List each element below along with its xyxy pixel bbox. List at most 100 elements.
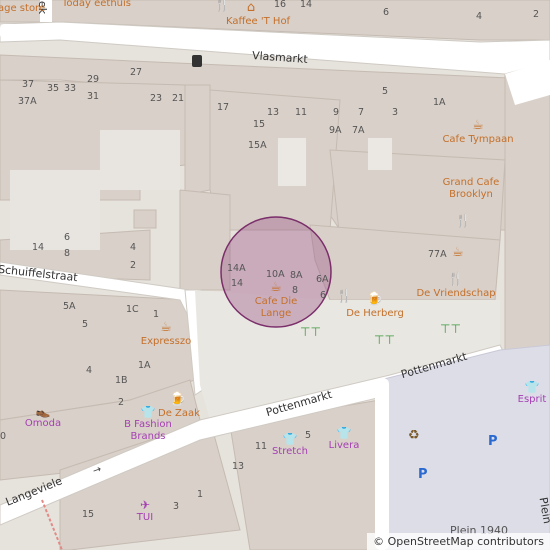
house-number: 4 [86,365,93,376]
poi-kaffee-t-hof[interactable]: ⌂ Kaffee 'T Hof [226,0,290,28]
poi-grand-cafe-brooklyn[interactable]: Grand Cafe Brooklyn [431,177,511,201]
house-number: 6A [316,274,329,285]
house-number: 2 [130,260,137,271]
poi-label: Kaffee 'T Hof [226,15,291,27]
poi-today-eethuis[interactable]: Today eethuis [62,0,131,10]
poi-age-store[interactable]: age store [0,3,45,15]
house-number: 77A [428,249,447,260]
cafe-icon: ☕ [472,118,484,133]
street-label-plein: Plein [536,496,550,525]
house-number: 4 [476,11,483,22]
shoe-shop-icon: 👞 [35,404,51,418]
house-number: 23 [150,93,163,104]
cafe-icon: ☕ [160,320,172,335]
shop-b-fashion-brands[interactable]: 👕 B Fashion Brands [118,405,178,443]
poi-label: Expresszo [140,335,192,347]
house-number: 7A [352,125,365,136]
restaurant-icon: 🍴 [336,289,353,304]
restaurant-icon: 🍴 [455,214,472,229]
shop-label: Esprit [517,394,547,406]
ice-cream-icon: ⌂ [246,0,256,15]
house-number: 13 [232,461,245,472]
house-number: 6 [64,232,71,243]
house-number: 37A [18,96,37,107]
clothes-shop-icon: 👕 [282,432,298,446]
clothes-shop-icon: 👕 [524,380,540,394]
house-number: 3 [173,501,180,512]
shop-label: Omoda [24,418,62,430]
house-number: 5A [63,301,76,312]
street-label-vlasmarkt: Vlasmarkt [251,49,309,66]
poi-label: De Herberg [346,307,404,319]
recycling-icon: ♻ [408,428,420,443]
attribution[interactable]: © OpenStreetMap contributors [367,533,550,550]
house-number: 15A [248,140,267,151]
shop-tui[interactable]: ✈ TUI [132,498,158,524]
house-number: 35 [47,83,60,94]
restaurant-icon: 🍴 [447,272,465,287]
house-number: 37 [22,79,35,90]
house-number: 1 [153,309,160,320]
house-number: 3 [392,107,399,118]
house-number: 1A [138,360,151,371]
bicycle-parking-icon: P [488,434,498,449]
house-number: 31 [87,91,100,102]
shop-label: Livera [328,440,360,452]
bar-icon: 🍺 [366,292,384,307]
shop-label: B Fashion Brands [124,419,172,443]
house-number: 11 [255,441,268,452]
shop-livera[interactable]: 👕 Livera [326,426,362,452]
house-number: 9 [333,107,340,118]
atm-icon [192,55,202,67]
shop-label: TUI [136,512,154,524]
house-number: 0 [0,431,7,442]
poi-label: Cafe Die Lange [254,295,298,319]
travel-agency-icon: ✈ [139,498,151,512]
house-number: 13 [267,107,280,118]
house-number: 10A [266,269,285,280]
house-number: 21 [172,93,185,104]
shop-omoda[interactable]: 👞 Omoda [22,404,64,430]
house-number: 11 [295,107,308,118]
house-number: 17 [217,102,230,113]
house-number: 5 [382,86,389,97]
poi-de-herberg[interactable]: 🍺 De Herberg [343,292,407,320]
house-number: 27 [130,67,143,78]
house-number: 14 [300,0,313,10]
bicycle-parking-icon: P [418,467,428,482]
house-number: 1C [126,304,139,315]
cafe-icon: ☕ [452,245,464,260]
poi-label: De Vriendschap [416,287,496,299]
picnic-table-icon: ⊤⊤ [300,325,321,339]
house-number: 1A [433,97,446,108]
clothes-shop-icon: 👕 [336,426,352,440]
poi-cafe-die-lange[interactable]: ☕ Cafe Die Lange [248,280,304,320]
house-number: 1B [115,375,128,386]
poi-expresszo[interactable]: ☕ Expresszo [138,320,194,348]
poi-label: Grand Cafe Brooklyn [442,177,500,200]
shop-label: Stretch [271,446,309,458]
house-number: 33 [64,83,77,94]
house-number: 15 [82,509,95,520]
picnic-table-icon: ⊤⊤ [440,322,461,336]
house-number: 8 [64,248,71,259]
house-number: 5 [82,319,89,330]
house-number: 6 [320,290,327,301]
house-number: 15 [253,119,266,130]
house-number: 1 [197,489,204,500]
poi-label: age store [0,3,46,14]
house-number: 14A [227,263,246,274]
house-number: 4 [130,242,137,253]
map-canvas[interactable]: Vlasmarkt Schuiffelstraat Pottenmarkt Po… [0,0,550,550]
poi-label: Today eethuis [62,0,131,9]
poi-cafe-tympaan[interactable]: ☕ Cafe Tympaan [440,118,516,146]
house-number: 7 [358,107,365,118]
cafe-icon: ☕ [270,280,282,295]
poi-de-vriendschap[interactable]: 🍴 De Vriendschap [413,272,499,300]
restaurant-icon: 🍴 [214,0,231,13]
house-number: 6 [383,7,390,18]
shop-stretch[interactable]: 👕 Stretch [270,432,310,458]
house-number: 9A [329,125,342,136]
house-number: 14 [32,242,45,253]
shop-esprit[interactable]: 👕 Esprit [514,380,550,406]
